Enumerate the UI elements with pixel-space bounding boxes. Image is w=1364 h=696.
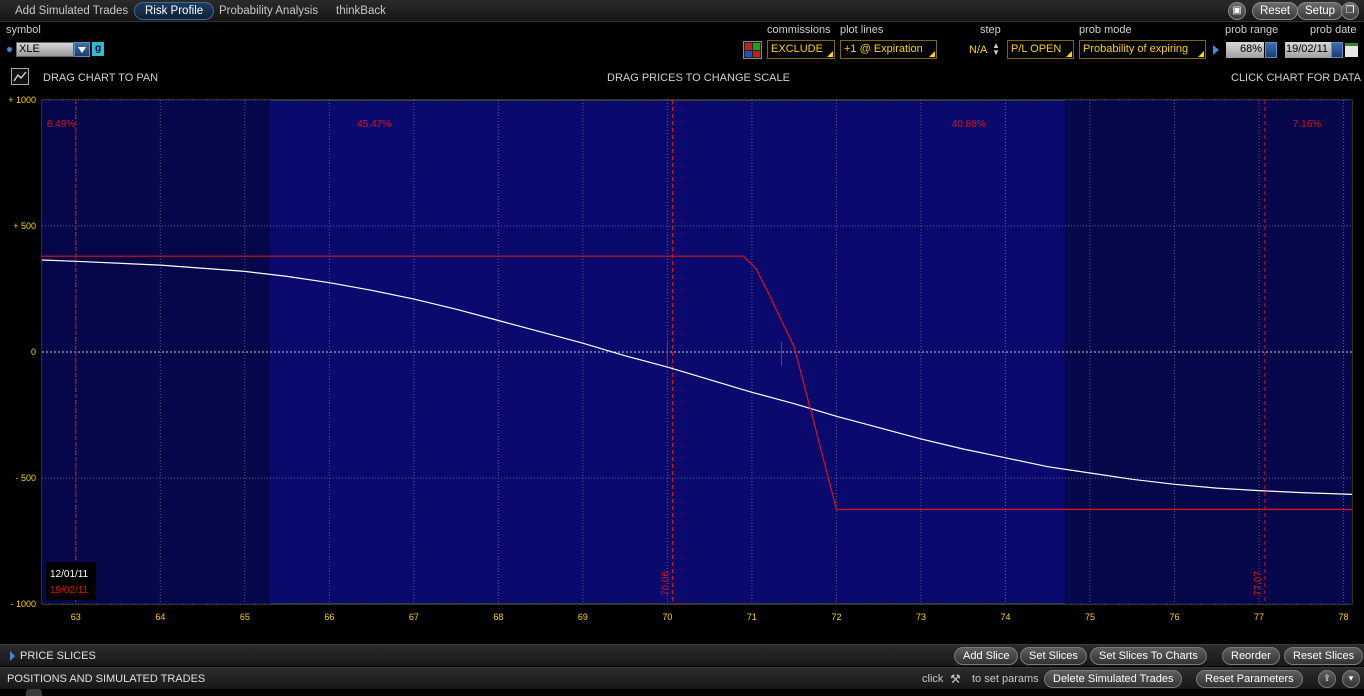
symbol-g-button[interactable]: g [92, 42, 104, 56]
x-tick-label: 72 [831, 612, 841, 622]
drag-prices-hint: DRAG PRICES TO CHANGE SCALE [607, 72, 790, 84]
legend-expiration-date: 19/02/11 [50, 585, 89, 596]
reset-parameters-button[interactable]: Reset Parameters [1196, 670, 1303, 688]
symbol-dropdown-icon[interactable] [74, 42, 90, 57]
x-tick-label: 63 [71, 612, 81, 622]
calendar-icon[interactable] [1345, 43, 1358, 57]
x-tick-label: 66 [324, 612, 334, 622]
status-dot-icon [7, 47, 12, 52]
probability-zone-label: 40.88% [952, 119, 986, 130]
expand-arrow-icon[interactable] [10, 651, 15, 661]
legend-current-date: 12/01/11 [50, 569, 89, 580]
step-value: N/A [969, 44, 988, 56]
prob-range-spinner-icon[interactable] [1265, 42, 1277, 58]
tab-risk-profile[interactable]: Risk Profile [134, 2, 215, 20]
y-tick-label: - 1000 [10, 599, 36, 609]
collapse-icon[interactable]: ▾ [1342, 670, 1360, 688]
reset-button[interactable]: Reset [1252, 2, 1299, 20]
prob-range-label: prob range [1225, 24, 1279, 36]
commissions-dropdown[interactable]: EXCLUDE [767, 40, 835, 59]
x-tick-label: 74 [1000, 612, 1010, 622]
x-tick-label: 64 [155, 612, 165, 622]
positions-bar: POSITIONS AND SIMULATED TRADES click ⚒ t… [0, 667, 1364, 689]
x-tick-label: 78 [1339, 612, 1349, 622]
probability-marker-label: 77.07 [1253, 571, 1264, 596]
x-tick-label: 70 [662, 612, 672, 622]
x-tick-label: 68 [493, 612, 503, 622]
commissions-label: commissions [767, 24, 831, 36]
risk-profile-svg[interactable]: + 1000 + 500 0 - 500 - 1000 63 64 65 66 67 68 69 70 7… [0, 95, 1364, 630]
probability-zone-label: 6.49% [47, 119, 75, 130]
probability-marker-label: 70.06 [660, 571, 671, 596]
wrench-icon: ⚒ [950, 672, 961, 686]
prob-range-input[interactable]: 68% [1226, 42, 1264, 58]
tab-thinkback[interactable]: thinkBack [326, 2, 396, 20]
plot-lines-label: plot lines [840, 24, 884, 36]
set-slices-button[interactable]: Set Slices [1020, 647, 1087, 665]
delete-simulated-trades-button[interactable]: Delete Simulated Trades [1044, 670, 1183, 688]
set-slices-to-charts-button[interactable]: Set Slices To Charts [1090, 647, 1207, 665]
drag-chart-hint: DRAG CHART TO PAN [43, 72, 159, 84]
x-tick-label: 75 [1085, 612, 1095, 622]
y-tick-label: + 500 [13, 221, 36, 231]
prob-mode-dropdown[interactable]: Probability of expiring [1079, 40, 1206, 59]
step-spinner-icon[interactable]: ▲ ▼ [992, 42, 1000, 57]
prob-date-label: prob date [1310, 24, 1357, 36]
reorder-button[interactable]: Reorder [1222, 647, 1280, 665]
click-chart-hint: CLICK CHART FOR DATA [1231, 72, 1361, 84]
symbol-label: symbol [6, 24, 41, 36]
top-tab-bar: Add Simulated Trades Risk Profile Probab… [0, 0, 1364, 22]
prob-mode-label: prob mode [1079, 24, 1132, 36]
x-tick-label: 71 [747, 612, 757, 622]
x-tick-label: 67 [409, 612, 419, 622]
x-tick-label: 77 [1254, 612, 1264, 622]
color-grid-icon[interactable] [743, 41, 762, 59]
price-slices-bar: PRICE SLICES Add Slice Set Slices Set Sl… [0, 644, 1364, 666]
pl-mode-dropdown[interactable]: P/L OPEN [1007, 40, 1074, 59]
tab-probability-analysis[interactable]: Probability Analysis [209, 2, 328, 20]
y-tick-label: + 1000 [8, 96, 36, 105]
window-icon[interactable]: ❐ [1341, 2, 1359, 20]
scroll-up-icon[interactable] [26, 689, 42, 696]
play-icon[interactable] [1213, 45, 1219, 55]
positions-label[interactable]: POSITIONS AND SIMULATED TRADES [7, 673, 205, 685]
plot-lines-dropdown[interactable]: +1 @ Expiration [840, 40, 937, 59]
probability-zone-label: 45.47% [357, 119, 391, 130]
prob-date-input[interactable]: 19/02/11 [1285, 42, 1331, 58]
y-tick-label: - 500 [15, 473, 36, 483]
price-slices-label[interactable]: PRICE SLICES [20, 650, 96, 662]
tab-add-simulated-trades[interactable]: Add Simulated Trades [5, 2, 138, 20]
x-tick-label: 73 [916, 612, 926, 622]
printer-icon[interactable]: ▣ [1228, 2, 1246, 20]
x-tick-label: 65 [240, 612, 250, 622]
export-icon[interactable]: ⇪ [1318, 670, 1336, 688]
chart-type-icon[interactable] [11, 68, 29, 85]
x-tick-label: 69 [578, 612, 588, 622]
x-tick-label: 76 [1170, 612, 1180, 622]
step-label: step [980, 24, 1001, 36]
probability-zone-label: 7.16% [1293, 119, 1321, 130]
add-slice-button[interactable]: Add Slice [954, 647, 1019, 665]
risk-profile-chart[interactable]: + 1000 + 500 0 - 500 - 1000 63 64 65 66 67 68 69 70 7… [0, 95, 1364, 630]
prob-date-spinner-icon[interactable] [1331, 42, 1343, 58]
setup-button[interactable]: Setup [1297, 2, 1344, 20]
set-params-hint: to set params [972, 673, 1039, 685]
y-tick-label: 0 [31, 347, 36, 357]
click-hint: click [922, 673, 944, 685]
symbol-input[interactable]: XLE [16, 42, 74, 57]
reset-slices-button[interactable]: Reset Slices [1284, 647, 1364, 665]
